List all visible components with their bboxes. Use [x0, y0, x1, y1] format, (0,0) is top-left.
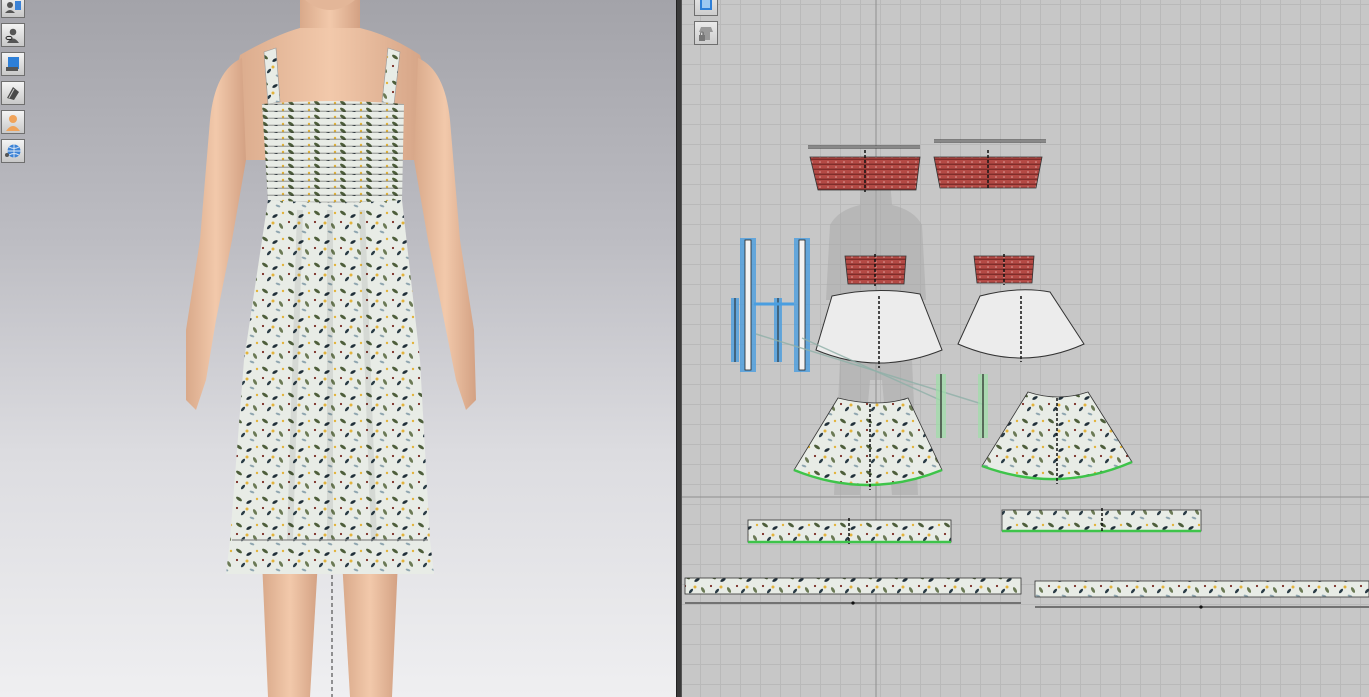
avatar-right-leg [342, 560, 398, 697]
tie-right[interactable] [978, 374, 988, 438]
dress-bodice[interactable] [262, 101, 404, 203]
skirt-front[interactable] [793, 397, 943, 490]
world-environment-button[interactable] [1, 139, 25, 163]
bodice-lining-front[interactable] [844, 254, 907, 286]
avatar-skin-button[interactable] [1, 110, 25, 134]
hem-band-front[interactable] [684, 577, 1022, 605]
garment-display-icon [6, 57, 19, 71]
bodice-front-smock[interactable] [808, 145, 921, 192]
strap-right[interactable] [754, 238, 810, 372]
3d-viewport[interactable] [0, 0, 676, 697]
skirt-yoke-back[interactable] [957, 289, 1085, 362]
avatar-scene[interactable] [0, 0, 676, 697]
pattern-display-icon [700, 0, 712, 10]
pattern-display-button[interactable] [694, 0, 718, 16]
texture-mode-icon [7, 87, 19, 100]
lock-garment-icon [699, 27, 713, 41]
3d-view-toolbar [1, 0, 27, 168]
texture-mode-button[interactable] [1, 81, 25, 105]
2d-pattern-window[interactable] [682, 0, 1369, 697]
avatar-silhouette-icon [5, 28, 19, 43]
world-environment-icon [5, 144, 21, 158]
ruffle-front[interactable] [747, 518, 952, 544]
garment-display-button[interactable] [1, 52, 25, 76]
avatar-visibility-button[interactable] [1, 0, 25, 18]
avatar-visibility-icon [5, 1, 21, 13]
avatar-right-arm [414, 58, 476, 410]
bodice-lining-back[interactable] [973, 254, 1035, 285]
ruffle-back[interactable] [1001, 508, 1202, 533]
avatar-left-arm [186, 58, 246, 410]
tie-left[interactable] [936, 374, 946, 438]
skirt-back[interactable] [981, 391, 1133, 484]
hem-band-back[interactable] [1034, 580, 1369, 609]
lock-garment-button[interactable] [694, 21, 718, 45]
strap-left[interactable] [731, 238, 756, 372]
skirt-yoke-front[interactable] [815, 289, 943, 368]
avatar-left-leg [262, 560, 318, 697]
avatar-silhouette-button[interactable] [1, 23, 25, 47]
bodice-back-smock[interactable] [933, 139, 1046, 190]
pattern-board[interactable] [682, 0, 1369, 697]
dress-ruffle[interactable] [226, 540, 434, 574]
2d-view-toolbar [694, 0, 720, 50]
avatar-skin-icon [6, 115, 20, 131]
